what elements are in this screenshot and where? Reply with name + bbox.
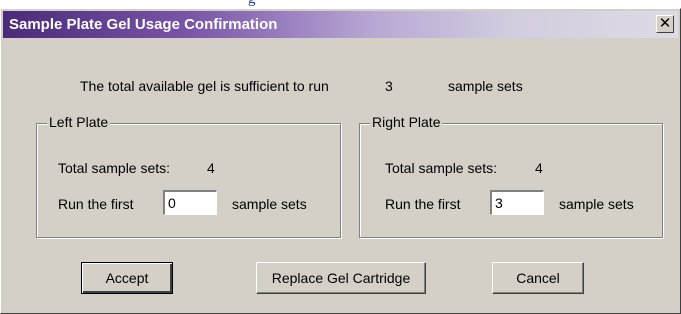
title-bar[interactable]: Sample Plate Gel Usage Confirmation ✕ — [3, 11, 678, 38]
right-plate-legend: Right Plate — [370, 114, 443, 130]
right-run-label: Run the first — [385, 196, 461, 212]
message-prefix: The total available gel is sufficient to… — [80, 78, 329, 94]
right-run-suffix: sample sets — [559, 196, 634, 212]
left-run-count-input[interactable] — [163, 190, 217, 215]
message-suffix: sample sets — [448, 78, 523, 94]
left-total-label: Total sample sets: — [58, 160, 171, 176]
right-total-value: 4 — [535, 160, 543, 176]
right-total-label: Total sample sets: — [385, 160, 498, 176]
background-text: g — [248, 0, 256, 8]
close-icon: ✕ — [658, 15, 672, 32]
close-button[interactable]: ✕ — [656, 15, 674, 33]
background-window-sliver: g — [0, 0, 681, 8]
accept-button[interactable]: Accept — [81, 262, 173, 294]
left-plate-legend: Left Plate — [47, 114, 111, 130]
dialog-title: Sample Plate Gel Usage Confirmation — [9, 16, 278, 33]
left-plate-group: Left Plate Total sample sets: 4 Run the … — [36, 114, 341, 238]
right-run-count-input[interactable] — [490, 190, 544, 215]
left-total-value: 4 — [207, 160, 215, 176]
left-run-suffix: sample sets — [232, 196, 307, 212]
message-count: 3 — [385, 78, 393, 94]
left-run-label: Run the first — [58, 196, 134, 212]
dialog-window: Sample Plate Gel Usage Confirmation ✕ Th… — [0, 8, 681, 314]
cancel-button[interactable]: Cancel — [492, 262, 584, 294]
right-plate-group: Right Plate Total sample sets: 4 Run the… — [359, 114, 663, 238]
replace-gel-cartridge-button[interactable]: Replace Gel Cartridge — [256, 262, 426, 294]
